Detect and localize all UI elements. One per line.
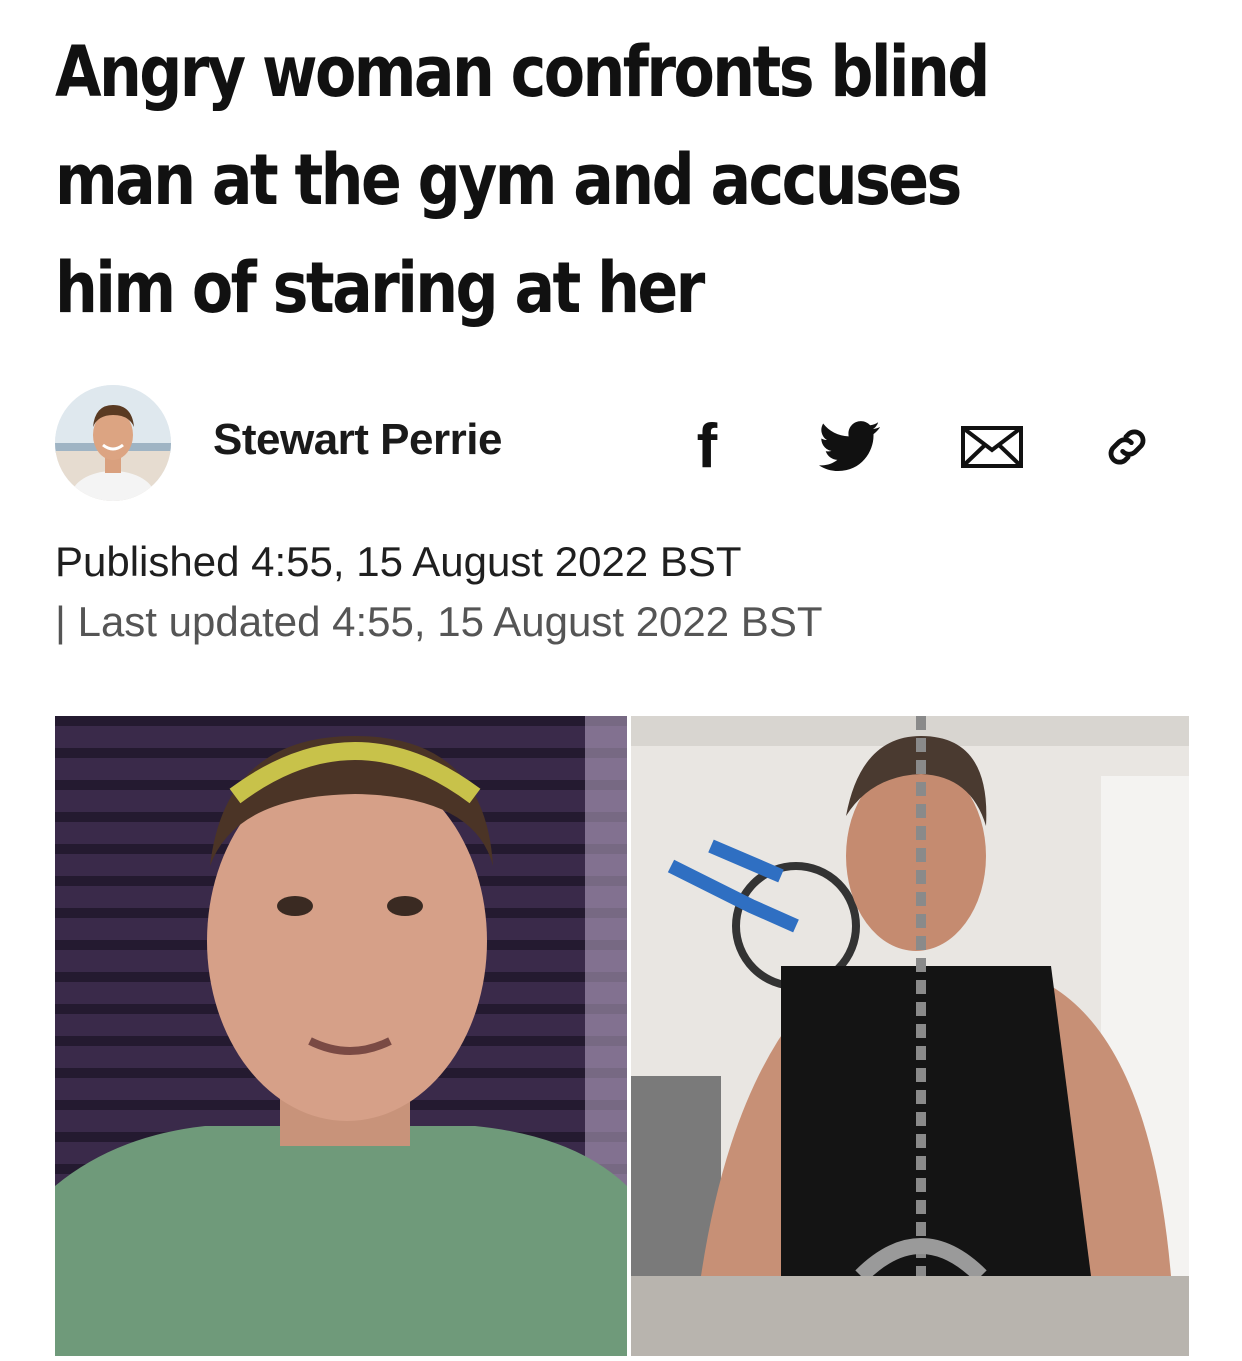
updated-date: | Last updated 4:55, 15 August 2022 BST [55,598,823,645]
copy-link-button[interactable] [1095,415,1159,479]
twitter-share-button[interactable] [818,415,882,479]
link-icon [1108,429,1146,465]
author-avatar[interactable] [55,385,171,501]
published-date: Published 4:55, 15 August 2022 BST [55,538,742,585]
facebook-icon: f [696,412,718,481]
author-name[interactable]: Stewart Perrie [213,415,502,465]
email-icon [961,426,1023,468]
article-photo-right [631,716,1189,1356]
twitter-icon [819,421,880,472]
article-headline: Angry woman confronts blind man at the g… [55,31,990,329]
facebook-share-button[interactable]: f [675,415,739,479]
article-photo-left [55,716,627,1356]
email-share-button[interactable] [960,415,1024,479]
byline: Stewart Perrie f [55,385,1195,505]
